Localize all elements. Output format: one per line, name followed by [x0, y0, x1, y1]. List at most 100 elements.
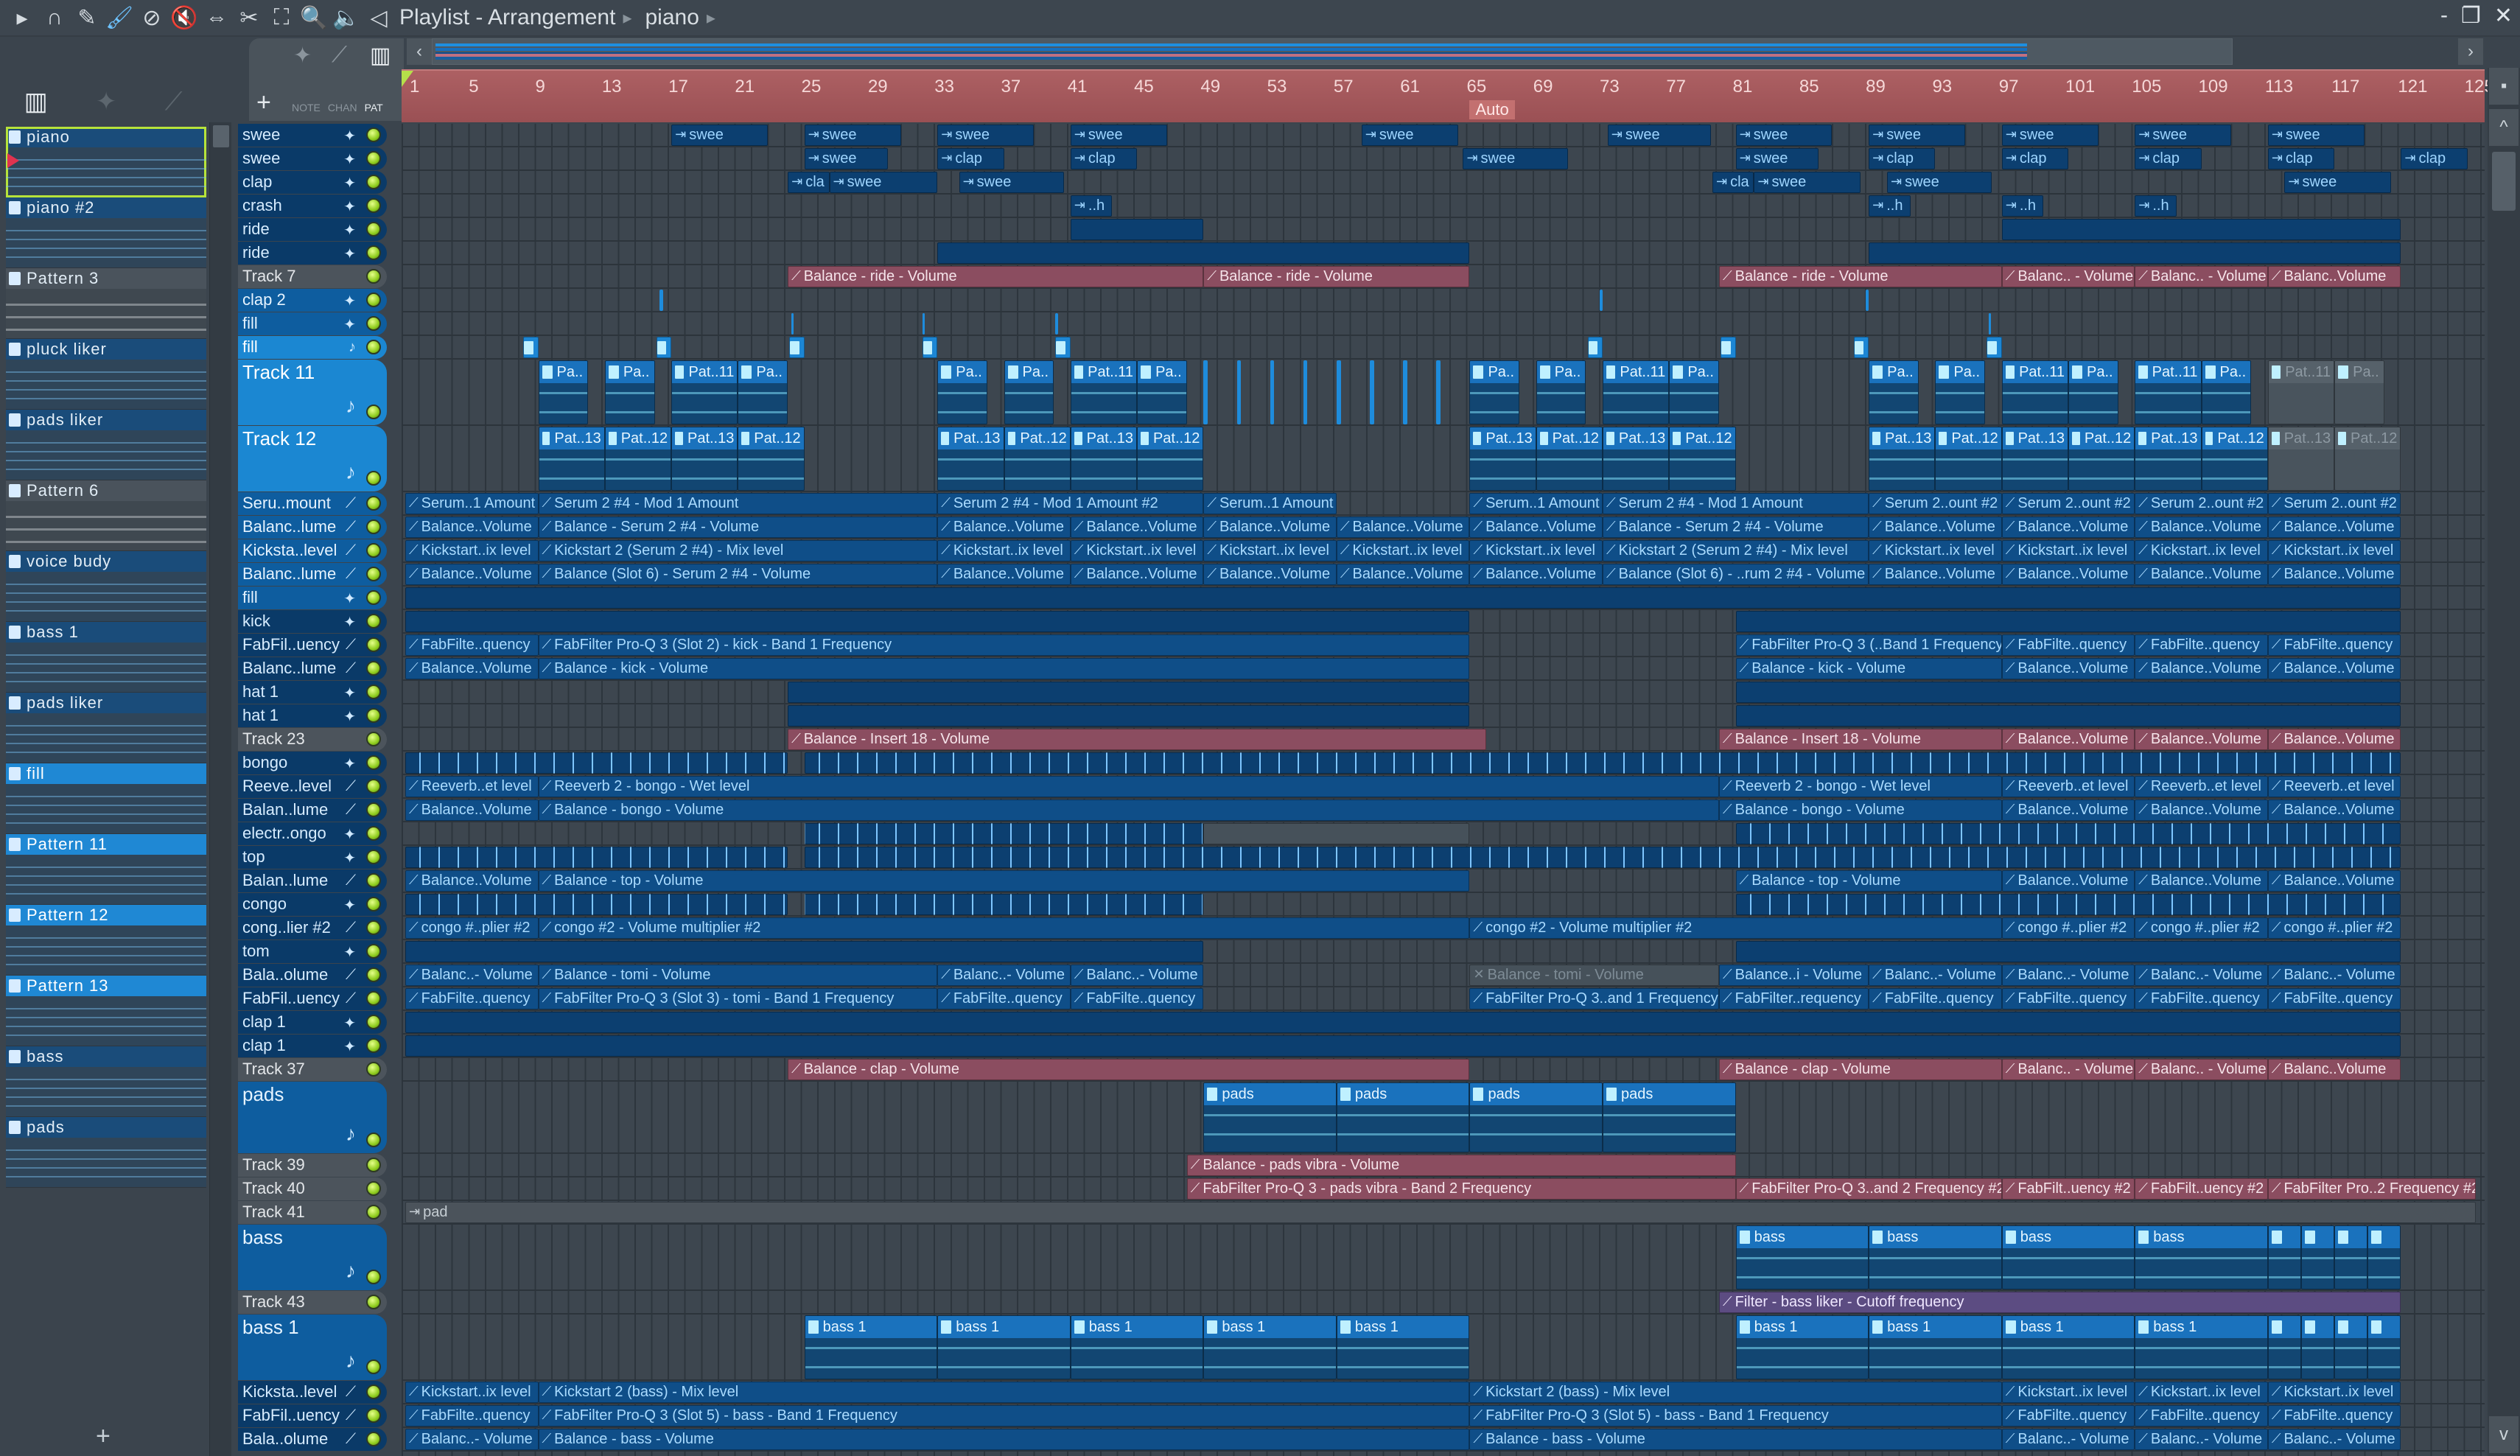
playback-tool-icon[interactable]: 🔈	[332, 3, 361, 32]
track-header[interactable]: Balan..lume ⟋	[238, 869, 387, 892]
audio-clip[interactable]	[788, 705, 1470, 727]
automation-clip[interactable]: ⟋ Balance..Volume	[2001, 658, 2135, 679]
bar-number[interactable]: 37	[1001, 77, 1021, 97]
automation-clip[interactable]: ⟋ Balanc..- Volume	[2267, 965, 2401, 986]
automation-clip[interactable]: ⟋ FabFilte..quency	[2001, 988, 2135, 1009]
pattern-clip[interactable]: Pat..13	[538, 427, 605, 491]
automation-clip[interactable]: ⟋ Kickstart 2 (Serum 2 #4) - Mix level	[1603, 540, 1869, 561]
pattern-clip[interactable]	[1721, 337, 1736, 358]
pattern-item[interactable]: pluck liker	[6, 339, 206, 410]
automation-clip[interactable]: ⟋ Balanc..- Volume	[1070, 965, 1204, 986]
pattern-clip[interactable]: Pat..13	[671, 427, 738, 491]
pattern-clip[interactable]	[656, 337, 672, 358]
automation-clip[interactable]: ⟋ Balance..Volume	[1070, 517, 1204, 538]
pattern-clip[interactable]: Pat..12	[1935, 427, 2002, 491]
track-enable-led[interactable]	[366, 1385, 381, 1399]
track-lane[interactable]	[402, 336, 2485, 360]
automation-clip[interactable]: ⟋ Balanc..- Volume	[2001, 1429, 2135, 1450]
track-enable-led[interactable]	[366, 245, 381, 260]
track-enable-led[interactable]	[366, 590, 381, 605]
automation-clip[interactable]: ⟋ Balance..Volume	[2267, 517, 2401, 538]
paint-tool-icon[interactable]: 🖌	[105, 3, 134, 32]
automation-clip[interactable]: ⟋ FabFilte..quency	[405, 634, 539, 656]
automation-clip[interactable]: ⟋ Kickstart..ix level	[1469, 540, 1603, 561]
track-enable-led[interactable]	[366, 151, 381, 166]
automation-clip[interactable]: ⟋ Balance - clap - Volume	[1719, 1059, 2002, 1080]
track-enable-led[interactable]	[366, 1181, 381, 1196]
automation-clip[interactable]: ⟋ Balance..Volume	[1336, 517, 1470, 538]
speaker-icon[interactable]: ◁	[364, 3, 393, 32]
automation-clip[interactable]: ⟋ FabFilte..quency	[1070, 988, 1204, 1009]
track-header[interactable]: FabFil..uency ⟋	[238, 634, 387, 657]
audio-clip[interactable]	[937, 242, 1470, 264]
audio-clip[interactable]	[405, 752, 788, 774]
audio-clip[interactable]: ⇥ swee	[1070, 125, 1167, 146]
automation-icon[interactable]: ⟋	[332, 43, 347, 68]
automation-clip[interactable]: ⟋ Balance..Volume	[405, 799, 539, 821]
automation-clip[interactable]: ⟋ Balance - clap - Volume	[788, 1059, 1470, 1080]
pattern-clip[interactable]	[1853, 337, 1869, 358]
audio-clip[interactable]	[1735, 611, 2401, 632]
track-header[interactable]: fill ♪	[238, 336, 387, 359]
automation-clip[interactable]: ⟋ Kickstart..ix level	[1869, 540, 2002, 561]
select-tool-icon[interactable]: ⛶	[267, 3, 296, 32]
automation-clip[interactable]: ⟋ FabFilte..quency	[1869, 988, 2002, 1009]
track-header[interactable]: FabFil..uency ⟋	[238, 987, 387, 1010]
bar-number[interactable]: 61	[1400, 77, 1420, 97]
tab-pat[interactable]: PAT	[365, 102, 383, 113]
track-header[interactable]: tom ✦	[238, 940, 387, 963]
time-marker[interactable]: Auto	[1469, 100, 1515, 119]
pattern-clip[interactable]	[1055, 337, 1071, 358]
close-button[interactable]: ✕	[2494, 3, 2513, 29]
automation-clip[interactable]: ⟋ Balance..Volume	[937, 517, 1071, 538]
track-header[interactable]: cong..lier #2 ⟋	[238, 917, 387, 939]
track-lane[interactable]	[402, 893, 2485, 917]
audio-clip[interactable]	[788, 682, 1470, 703]
track-header[interactable]: congo ✦	[238, 893, 387, 916]
track-lane[interactable]	[402, 822, 2485, 846]
automation-clip[interactable]: ⟋ Balance - pads vibra - Volume	[1186, 1155, 1736, 1176]
breadcrumb-arrow-icon[interactable]: ▸	[707, 7, 715, 29]
track-enable-led[interactable]	[366, 1295, 381, 1309]
track-enable-led[interactable]	[366, 826, 381, 841]
track-header[interactable]: Bala..olume ⟋	[238, 1428, 387, 1451]
pattern-clip[interactable]	[2300, 1225, 2335, 1289]
track-enable-led[interactable]	[366, 1038, 381, 1053]
automation-clip[interactable]: ⟋ FabFilter Pro-Q 3 (Slot 5) - bass - Ban…	[1469, 1405, 2002, 1427]
automation-clip[interactable]: ⟋ Kickstart 2 (bass) - Mix level	[1469, 1382, 2002, 1403]
audio-clip[interactable]	[1735, 705, 2401, 727]
pattern-clip[interactable]: Pat..11	[671, 360, 738, 424]
track-enable-led[interactable]	[366, 567, 381, 581]
pattern-clip[interactable]: Pat..12	[738, 427, 805, 491]
pattern-clip[interactable]: Pat..11	[2001, 360, 2068, 424]
automation-clip[interactable]: ⟋ Balance..Volume	[405, 658, 539, 679]
pattern-clip[interactable]: pads	[1203, 1082, 1337, 1152]
automation-clip[interactable]: ⟋ Reeverb..et level	[2267, 776, 2401, 797]
track-enable-led[interactable]	[366, 637, 381, 652]
track-enable-led[interactable]	[366, 850, 381, 864]
track-lane[interactable]	[402, 940, 2485, 964]
pattern-clip[interactable]: Pat..12	[1137, 427, 1204, 491]
bar-number[interactable]: 89	[1866, 77, 1886, 97]
automation-clip[interactable]	[1236, 360, 1242, 424]
audio-clip[interactable]: ⇥ clap	[1070, 148, 1138, 169]
piano-icon[interactable]: ▥	[370, 43, 391, 69]
track-header[interactable]: hat 1 ✦	[238, 681, 387, 704]
pattern-clip[interactable]: Pat..13	[937, 427, 1004, 491]
pattern-clip[interactable]: bass 1	[1869, 1315, 2002, 1379]
pattern-clip[interactable]: Pat..12	[2068, 427, 2135, 491]
track-lane[interactable]: ⟋ FabFilte..quency ⟋ FabFilter Pro-Q 3 (Slo…	[402, 634, 2485, 657]
track-enable-led[interactable]	[366, 340, 381, 354]
automation-clip[interactable]: ⟋ congo #2 - Volume multiplier #2	[1469, 917, 2002, 939]
playlist-grid[interactable]: ⇥ swee ⇥ swee ⇥ swee ⇥ swee ⇥ swee ⇥ swee ⇥ swee ⇥ swee…	[402, 124, 2485, 1456]
pattern-clip[interactable]: bass 1	[937, 1315, 1071, 1379]
audio-clip[interactable]	[1735, 823, 2401, 844]
automation-clip[interactable]: ⟋ FabFilte..quency	[2001, 634, 2135, 656]
pattern-clip[interactable]: Pa..	[1536, 360, 1586, 424]
bar-number[interactable]: 109	[2199, 77, 2228, 97]
automation-clip[interactable]: ⟋ Balance..Volume	[2001, 564, 2135, 585]
bar-number[interactable]: 25	[802, 77, 822, 97]
automation-clip[interactable]: ⟋ FabFilte..quency	[2267, 988, 2401, 1009]
automation-clip[interactable]: ⟋ FabFilte..quency	[405, 1405, 539, 1427]
automation-clip[interactable]: ⟋ Balance..Volume	[405, 564, 539, 585]
